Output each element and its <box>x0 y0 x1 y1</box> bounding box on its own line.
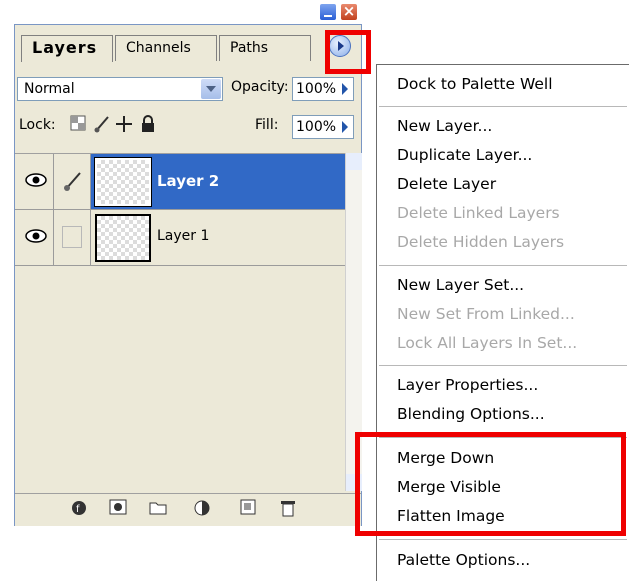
transparency-lock-icon[interactable] <box>69 115 87 133</box>
layer-name: Layer 1 <box>157 228 210 244</box>
opacity-label: Opacity: <box>231 79 289 95</box>
mask-icon[interactable] <box>107 499 129 519</box>
fill-arrow-icon[interactable] <box>335 116 355 138</box>
menu-item-layer-properties[interactable]: Layer Properties... <box>397 376 538 394</box>
minimize-icon[interactable] <box>319 3 337 21</box>
fill-label: Fill: <box>255 117 279 133</box>
brush-lock-icon[interactable] <box>93 115 111 133</box>
tab-channels[interactable]: Channels <box>115 35 217 61</box>
lock-label: Lock: <box>19 117 56 133</box>
menu-separator <box>379 265 627 266</box>
palette-panel: Layers Channels Paths Normal Opacity: 10… <box>14 24 362 526</box>
chevron-down-icon[interactable] <box>201 79 221 99</box>
menu-separator <box>379 106 627 107</box>
padlock-icon[interactable] <box>139 115 157 133</box>
brush-icon <box>62 170 84 196</box>
menu-separator <box>379 365 627 366</box>
new-layer-icon[interactable] <box>237 499 259 519</box>
scroll-up-icon[interactable] <box>346 153 362 170</box>
palette-titlebar: × <box>14 0 362 26</box>
menu-item-new-layer-set[interactable]: New Layer Set... <box>397 276 524 294</box>
menu-item-palette-options[interactable]: Palette Options... <box>397 551 530 569</box>
layers-list: Layer 2 Layer 1 <box>15 153 345 492</box>
menu-item-new-set-from-linked[interactable]: New Set From Linked... <box>397 305 575 323</box>
layer-thumbnail <box>95 214 151 262</box>
layer-row[interactable]: Layer 2 <box>15 154 345 210</box>
layers-palette: × Layers Channels Paths Normal Opacity: … <box>14 0 362 526</box>
opacity-arrow-icon[interactable] <box>335 78 355 100</box>
tab-paths[interactable]: Paths <box>219 35 311 61</box>
folder-icon[interactable] <box>147 499 169 519</box>
menu-separator <box>379 539 627 540</box>
link-box[interactable] <box>62 226 82 248</box>
menu-item-delete-linked-layers[interactable]: Delete Linked Layers <box>397 204 560 222</box>
menu-item-dock-to-palette-well[interactable]: Dock to Palette Well <box>397 75 553 93</box>
opacity-value: 100% <box>296 81 337 97</box>
menu-item-lock-all-layers-in-set[interactable]: Lock All Layers In Set... <box>397 334 577 352</box>
visibility-cell[interactable] <box>15 210 54 265</box>
menu-item-delete-hidden-layers[interactable]: Delete Hidden Layers <box>397 233 564 251</box>
link-cell[interactable] <box>54 210 91 265</box>
eye-icon[interactable] <box>19 228 53 252</box>
link-cell[interactable] <box>54 154 91 209</box>
menu-item-blending-options[interactable]: Blending Options... <box>397 405 545 423</box>
visibility-cell[interactable] <box>15 154 54 209</box>
tab-layers[interactable]: Layers <box>21 35 113 62</box>
layer-thumbnail <box>94 157 152 207</box>
move-lock-icon[interactable] <box>115 115 133 133</box>
highlight-box <box>325 30 371 74</box>
eye-icon[interactable] <box>19 172 53 196</box>
menu-item-duplicate-layer[interactable]: Duplicate Layer... <box>397 146 532 164</box>
svg-text:f: f <box>76 504 80 515</box>
highlight-box <box>355 432 626 536</box>
fill-value: 100% <box>296 119 337 135</box>
palette-bottom-toolbar: f <box>15 493 361 526</box>
layer-name: Layer 2 <box>157 172 220 190</box>
layer-style-icon[interactable]: f <box>69 499 91 519</box>
menu-item-new-layer[interactable]: New Layer... <box>397 117 492 135</box>
layer-row[interactable]: Layer 1 <box>15 210 345 266</box>
palette-tabs: Layers Channels Paths <box>15 25 361 62</box>
blend-mode-select[interactable]: Normal <box>17 77 223 101</box>
blend-mode-value: Normal <box>24 81 75 97</box>
menu-item-delete-layer[interactable]: Delete Layer <box>397 175 496 193</box>
close-icon[interactable]: × <box>340 2 358 21</box>
adjustment-layer-icon[interactable] <box>191 499 213 519</box>
trash-icon[interactable] <box>277 499 299 519</box>
